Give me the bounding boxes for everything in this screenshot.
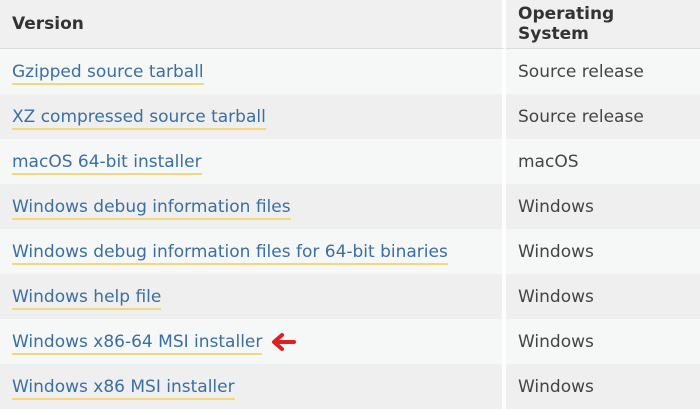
header-os: Operating System xyxy=(506,0,700,49)
version-cell: Windows help file xyxy=(0,274,506,319)
version-cell: Windows x86-64 MSI installer xyxy=(0,319,506,364)
table-row: Windows debug information files Windows xyxy=(0,184,700,229)
os-cell: Source release xyxy=(506,94,700,139)
version-cell: Windows debug information files xyxy=(0,184,506,229)
version-cell: Windows debug information files for 64-b… xyxy=(0,229,506,274)
version-cell: Windows x86 MSI installer xyxy=(0,364,506,409)
version-cell: Gzipped source tarball xyxy=(0,49,506,94)
download-link[interactable]: macOS 64-bit installer xyxy=(12,151,202,175)
download-link[interactable]: Windows debug information files xyxy=(12,196,291,220)
header-version: Version xyxy=(0,0,506,49)
download-link[interactable]: Windows x86 MSI installer xyxy=(12,376,235,400)
version-cell: macOS 64-bit installer xyxy=(0,139,506,184)
version-cell: XZ compressed source tarball xyxy=(0,94,506,139)
download-link[interactable]: Windows x86-64 MSI installer xyxy=(12,331,263,355)
arrow-left-icon xyxy=(272,332,297,351)
download-link[interactable]: XZ compressed source tarball xyxy=(12,106,266,130)
table-row: XZ compressed source tarball Source relea… xyxy=(0,94,700,139)
table-header: Version Operating System xyxy=(0,0,700,49)
table-row: Gzipped source tarball Source release xyxy=(0,49,700,94)
table-row: Windows debug information files for 64-b… xyxy=(0,229,700,274)
download-link[interactable]: Windows debug information files for 64-b… xyxy=(12,241,448,265)
table-row: macOS 64-bit installer macOS xyxy=(0,139,700,184)
table-row: Windows x86-64 MSI installer Windows xyxy=(0,319,700,364)
downloads-table: Version Operating System Gzipped source … xyxy=(0,0,700,409)
os-cell: Windows xyxy=(506,274,700,319)
os-cell: Windows xyxy=(506,319,700,364)
download-link[interactable]: Gzipped source tarball xyxy=(12,61,204,85)
download-link[interactable]: Windows help file xyxy=(12,286,162,310)
os-cell: Windows xyxy=(506,184,700,229)
os-cell: macOS xyxy=(506,139,700,184)
os-cell: Windows xyxy=(506,229,700,274)
os-cell: Windows xyxy=(506,364,700,409)
os-cell: Source release xyxy=(506,49,700,94)
table-row: Windows help file Windows xyxy=(0,274,700,319)
table-row: Windows x86 MSI installer Windows xyxy=(0,364,700,409)
